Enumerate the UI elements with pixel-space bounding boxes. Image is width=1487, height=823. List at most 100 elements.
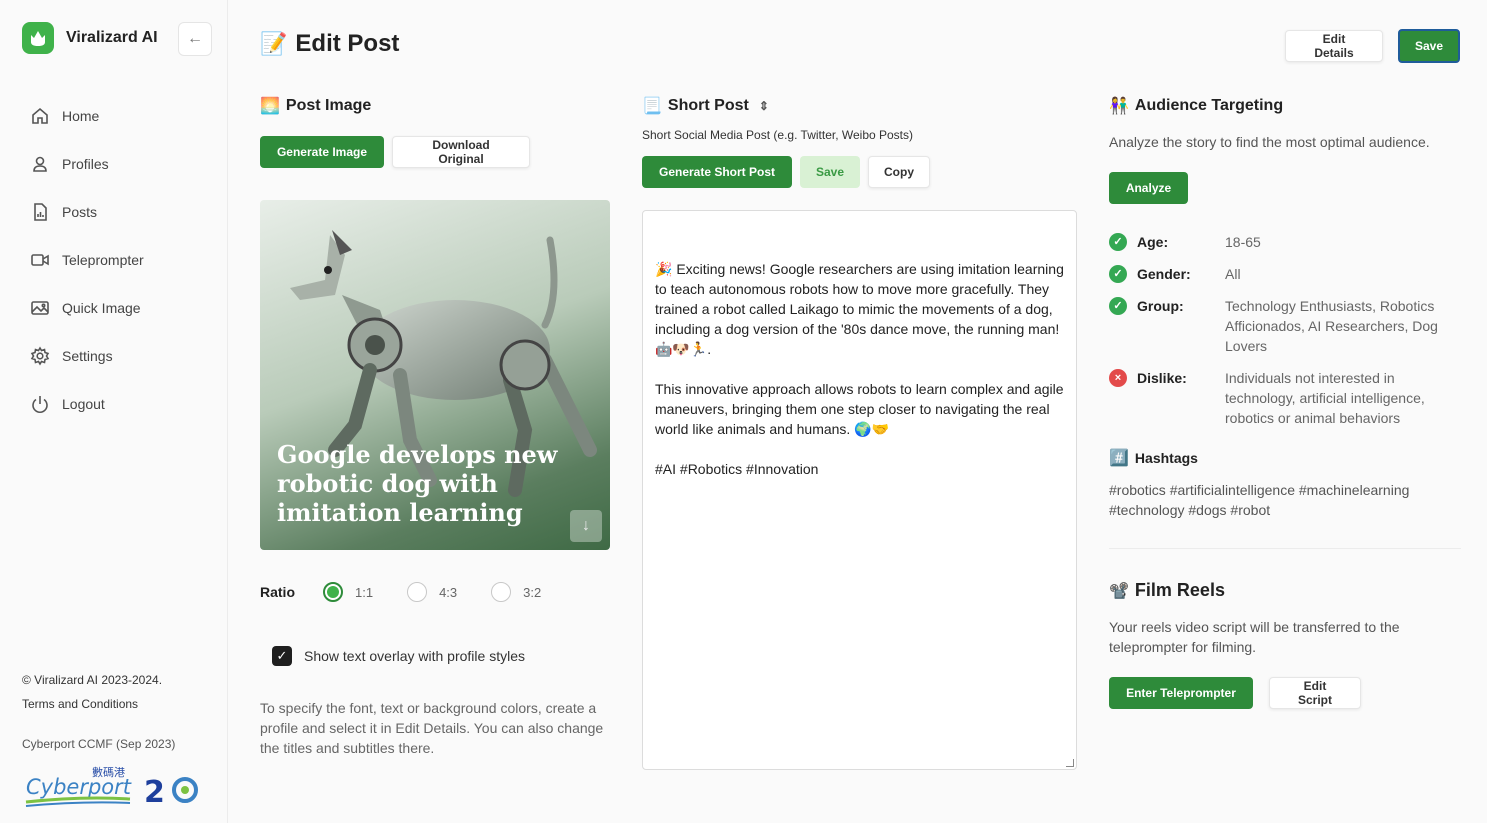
ratio-selector: Ratio 1:1 4:3 3:2 <box>260 582 575 602</box>
terms-link[interactable]: Terms and Conditions <box>22 692 175 716</box>
generate-image-button[interactable]: Generate Image <box>260 136 384 168</box>
film-reels-title-text: Film Reels <box>1134 580 1225 600</box>
ratio-label: Ratio <box>260 584 295 600</box>
sidebar-item-home[interactable]: Home <box>30 100 144 132</box>
save-short-post-button[interactable]: Save <box>800 156 860 188</box>
short-post-title-text: Short Post <box>667 97 749 114</box>
short-post-section: 📃 Short Post ⇕ Short Social Media Post (… <box>642 96 1077 770</box>
sidebar-item-label: Logout <box>62 396 105 412</box>
check-circle-icon: ✓ <box>1109 265 1127 283</box>
audience-group: ✓ Group: Technology Enthusiasts, Robotic… <box>1109 296 1461 356</box>
post-image: Google develops new robotic dog with imi… <box>260 200 610 550</box>
copyright-text: © Viralizard AI 2023-2024. <box>22 673 163 687</box>
download-original-button[interactable]: Download Original <box>392 136 530 168</box>
chevron-up-down-icon[interactable]: ⇕ <box>759 99 769 113</box>
brand[interactable]: Viralizard AI <box>22 22 158 54</box>
audience-gender: ✓ Gender: All <box>1109 264 1461 284</box>
ratio-option-4-3[interactable]: 4:3 <box>407 582 457 602</box>
sidebar-item-label: Profiles <box>62 156 109 172</box>
edit-details-button[interactable]: Edit Details <box>1285 30 1383 62</box>
post-image-title: 🌅 Post Image <box>260 96 610 116</box>
film-reels-description: Your reels video script will be transfer… <box>1109 619 1400 655</box>
page-title: 📝 Edit Post <box>260 30 399 58</box>
audience-value: Technology Enthusiasts, Robotics Afficio… <box>1225 298 1438 354</box>
enter-teleprompter-button[interactable]: Enter Teleprompter <box>1109 677 1253 709</box>
sidebar-item-teleprompter[interactable]: Teleprompter <box>30 244 144 276</box>
copy-button[interactable]: Copy <box>868 156 930 188</box>
audience-key: Group: <box>1137 298 1184 314</box>
document-icon <box>34 203 47 221</box>
checkmark-icon[interactable]: ✓ <box>272 646 292 666</box>
ratio-option-1-1[interactable]: 1:1 <box>323 582 373 602</box>
sidebar: Viralizard AI ← Home Profiles Posts Tele… <box>0 0 228 823</box>
sidebar-item-profiles[interactable]: Profiles <box>30 148 144 180</box>
sidebar-item-label: Quick Image <box>62 300 141 316</box>
short-post-title[interactable]: 📃 Short Post ⇕ <box>642 96 1077 116</box>
audience-key: Age: <box>1137 234 1169 250</box>
collapse-sidebar-button[interactable]: ← <box>178 22 212 56</box>
ratio-option-3-2[interactable]: 3:2 <box>491 582 541 602</box>
sidebar-item-quick-image[interactable]: Quick Image <box>30 292 144 324</box>
generate-short-post-button[interactable]: Generate Short Post <box>642 156 792 188</box>
hashtags-list: #robotics #artificialintelligence #machi… <box>1109 482 1410 518</box>
audience-value: All <box>1225 266 1241 282</box>
audience-title: 👫 Audience Targeting <box>1109 96 1461 116</box>
user-icon <box>33 156 47 172</box>
viralizard-logo-icon <box>22 22 54 54</box>
arrow-down-icon: ↓ <box>582 517 590 534</box>
sidebar-item-label: Settings <box>62 348 113 364</box>
sidebar-item-logout[interactable]: Logout <box>30 388 144 420</box>
power-icon <box>32 396 48 413</box>
short-post-text: 🎉 Exciting news! Google researchers are … <box>655 261 1064 477</box>
profile-help-text: To specify the font, text or background … <box>260 700 604 756</box>
radio-3-2[interactable] <box>491 582 512 602</box>
page-icon: 📃 <box>642 98 662 115</box>
download-image-button[interactable]: ↓ <box>570 510 602 542</box>
memo-icon: 📝 <box>260 31 288 56</box>
image-icon <box>31 301 49 315</box>
video-camera-icon <box>31 254 49 266</box>
sidebar-item-label: Teleprompter <box>62 252 144 268</box>
sidebar-item-posts[interactable]: Posts <box>30 196 144 228</box>
sidebar-footer: © Viralizard AI 2023-2024. Terms and Con… <box>22 668 175 756</box>
audience-title-text: Audience Targeting <box>1134 97 1284 114</box>
sidebar-item-settings[interactable]: Settings <box>30 340 144 372</box>
sidebar-item-label: Posts <box>62 204 98 220</box>
home-icon <box>32 107 48 124</box>
sunrise-icon: 🌅 <box>260 98 280 115</box>
sidebar-item-label: Home <box>62 108 100 124</box>
audience-results: ✓ Age: 18-65 ✓ Gender: All ✓ Group: Tech… <box>1109 232 1461 440</box>
save-button[interactable]: Save <box>1398 29 1460 63</box>
audience-dislike: × Dislike: Individuals not interested in… <box>1109 368 1461 428</box>
radio-4-3[interactable] <box>407 582 428 602</box>
post-image-section: 🌅 Post Image Generate Image Download Ori… <box>260 96 610 756</box>
section-divider <box>1109 548 1461 549</box>
svg-text:2: 2 <box>144 775 165 810</box>
film-projector-icon: 📽️ <box>1109 582 1129 600</box>
svg-text:Cyberport: Cyberport <box>26 775 132 799</box>
text-overlay-checkbox-row[interactable]: ✓ Show text overlay with profile styles <box>272 646 525 666</box>
ratio-option-label: 1:1 <box>355 584 374 600</box>
post-image-title-text: Post Image <box>285 97 372 114</box>
check-circle-icon: ✓ <box>1109 233 1127 251</box>
analyze-button[interactable]: Analyze <box>1109 172 1188 204</box>
arrow-left-icon: ← <box>187 30 203 47</box>
check-circle-icon: ✓ <box>1109 297 1127 315</box>
audience-age: ✓ Age: 18-65 <box>1109 232 1461 252</box>
short-post-textarea[interactable]: 🎉 Exciting news! Google researchers are … <box>642 210 1077 770</box>
text-overlay-label: Show text overlay with profile styles <box>304 648 525 664</box>
gear-icon <box>30 346 50 366</box>
people-icon: 👫 <box>1109 98 1129 115</box>
x-circle-icon: × <box>1109 369 1127 387</box>
radio-1-1[interactable] <box>323 582 343 602</box>
audience-section: 👫 Audience Targeting Analyze the story t… <box>1109 96 1461 709</box>
ratio-option-label: 4:3 <box>439 584 458 600</box>
image-overlay-text: Google develops new robotic dog with imi… <box>277 440 558 527</box>
edit-script-button[interactable]: Edit Script <box>1269 677 1361 709</box>
audience-key: Dislike: <box>1137 370 1187 386</box>
audience-description: Analyze the story to find the most optim… <box>1109 134 1430 150</box>
cyberport-logo: 數碼港 Cyberport 2 <box>22 762 207 812</box>
program-text: Cyberport CCMF (Sep 2023) <box>22 737 176 751</box>
brand-name: Viralizard AI <box>66 29 158 46</box>
resize-handle-icon[interactable] <box>1066 759 1074 767</box>
